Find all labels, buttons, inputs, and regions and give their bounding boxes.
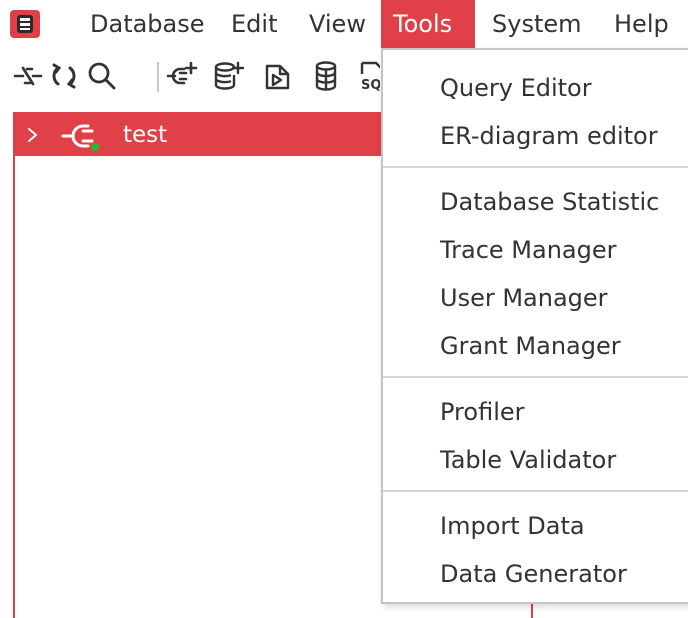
menu-tools[interactable]: Tools xyxy=(381,0,475,48)
new-connection-icon[interactable] xyxy=(166,60,198,92)
chevron-right-icon[interactable] xyxy=(25,124,41,146)
menu-edit[interactable]: Edit xyxy=(219,0,289,48)
menu-item-er-diagram-editor[interactable]: ER-diagram editor xyxy=(383,112,688,160)
menu-item-grant-manager[interactable]: Grant Manager xyxy=(383,322,688,370)
menu-item-trace-manager[interactable]: Trace Manager xyxy=(383,226,688,274)
sql-script-icon[interactable]: SQL xyxy=(358,60,380,92)
menu-item-import-data[interactable]: Import Data xyxy=(383,502,688,550)
tree-node-label: test xyxy=(123,122,168,148)
tools-dropdown-menu: Query Editor ER-diagram editor Database … xyxy=(381,48,688,604)
open-script-icon[interactable] xyxy=(262,60,294,92)
toolbar: SQL xyxy=(0,52,400,100)
disconnect-icon[interactable] xyxy=(12,60,44,92)
menu-separator xyxy=(383,376,688,378)
menu-item-database-statistic[interactable]: Database Statistic xyxy=(383,178,688,226)
menu-item-query-editor[interactable]: Query Editor xyxy=(383,64,688,112)
svg-text:SQL: SQL xyxy=(361,78,380,92)
toolbar-separator xyxy=(157,62,159,92)
menu-system[interactable]: System xyxy=(480,0,594,48)
refresh-icon[interactable] xyxy=(48,60,80,92)
menu-view[interactable]: View xyxy=(297,0,378,48)
menu-item-table-validator[interactable]: Table Validator xyxy=(383,436,688,484)
menu-help[interactable]: Help xyxy=(602,0,681,48)
menu-separator xyxy=(383,166,688,168)
menu-bar: Database Edit View Tools System Help xyxy=(0,0,688,48)
app-window: Database Edit View Tools System Help SQ … xyxy=(0,0,688,618)
app-logo-icon xyxy=(10,10,40,38)
connection-icon xyxy=(61,120,105,152)
menu-database[interactable]: Database xyxy=(78,0,217,48)
menu-item-data-generator[interactable]: Data Generator xyxy=(383,550,688,598)
database-icon[interactable] xyxy=(312,60,344,92)
menu-item-profiler[interactable]: Profiler xyxy=(383,388,688,436)
menu-separator xyxy=(383,490,688,492)
search-icon[interactable] xyxy=(86,60,118,92)
add-database-icon[interactable] xyxy=(212,60,244,92)
menu-item-user-manager[interactable]: User Manager xyxy=(383,274,688,322)
